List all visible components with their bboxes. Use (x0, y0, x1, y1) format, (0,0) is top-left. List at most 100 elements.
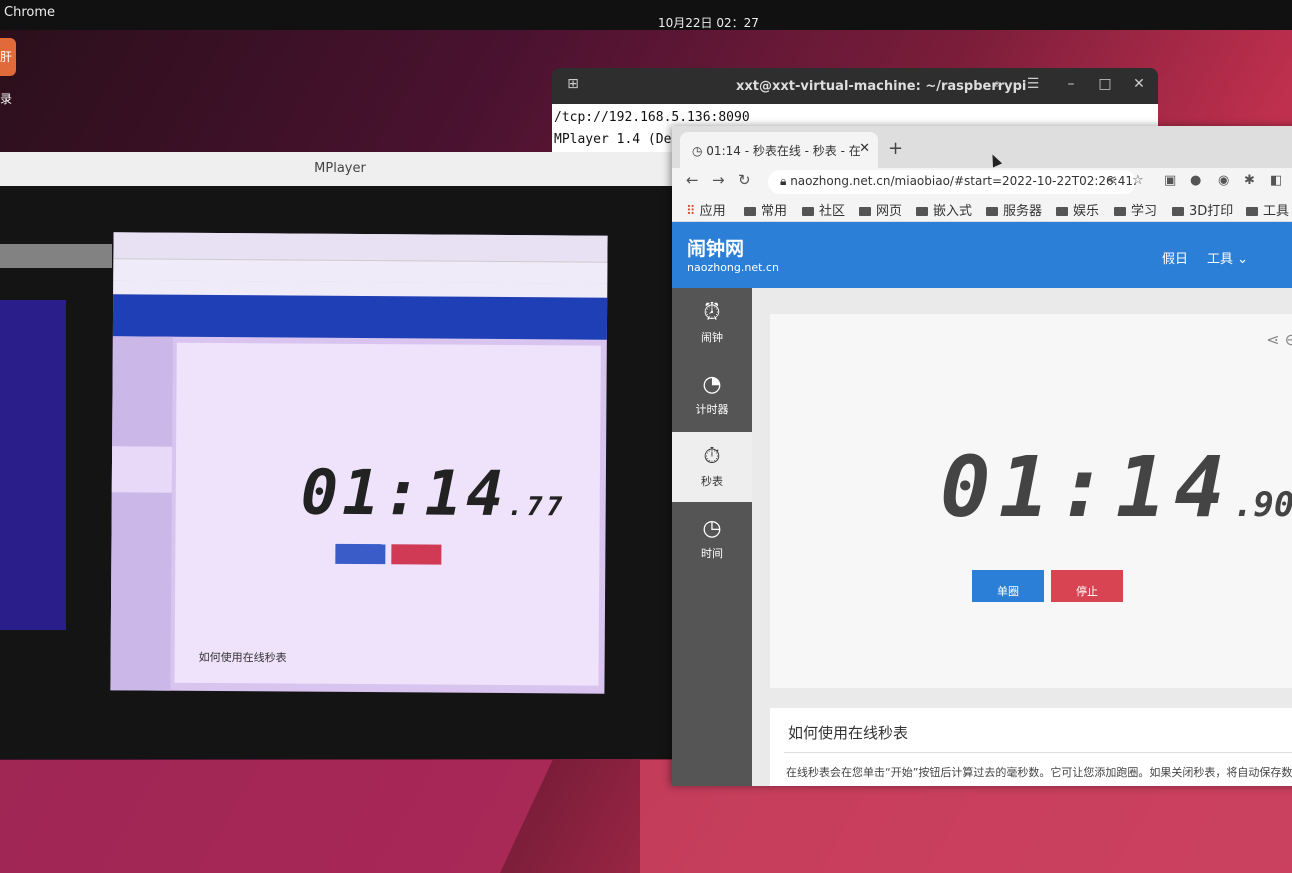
video-region (0, 300, 66, 630)
nav-holiday[interactable]: 假日 (1162, 248, 1188, 267)
sidebar: ⏰︎ 闹钟 ◔ 计时器 ⏱︎ 秒表 ◷ 时间 (672, 288, 752, 786)
new-tab-icon[interactable]: ⊞ (562, 76, 584, 96)
active-app-name[interactable]: Chrome (4, 5, 55, 20)
sidebar-item-label: 闹钟 (701, 331, 723, 344)
video-lap-button (335, 543, 386, 565)
bookmark-label: 嵌入式 (933, 204, 973, 219)
maximize-icon[interactable]: □ (1094, 76, 1116, 96)
reload-icon[interactable]: ↻ (738, 171, 751, 189)
folder-icon (744, 207, 756, 216)
menu-icon[interactable]: ☰ (1022, 76, 1044, 96)
bookmark-star-icon[interactable]: ☆ (1132, 173, 1144, 188)
bookmark-label: 3D打印 (1189, 204, 1234, 219)
bookmark-folder[interactable]: 娱乐 (1056, 200, 1099, 219)
share-icon[interactable]: ⋖ ⊖ (1266, 330, 1292, 349)
forward-icon[interactable]: → (712, 171, 725, 189)
address-bar[interactable]: 🔒︎ naozhong.net.cn/miaobiao/#start=2022-… (768, 170, 1136, 194)
tab-strip: ◷ 01:14 - 秒表在线 - 秒表 - 在 ✕ + (672, 126, 1292, 168)
bookmark-folder[interactable]: 学习 (1114, 200, 1157, 219)
video-stop-button (391, 544, 442, 565)
apps-grid-icon: ⠿ (686, 204, 700, 219)
sidebar-item-time[interactable]: ◷ 时间 (672, 504, 752, 574)
bookmark-folder[interactable]: 3D打印 (1172, 200, 1233, 219)
howto-text: 在线秒表会在您单击“开始”按钮后计算过去的毫秒数。它可让您添加跑圈。如果关闭秒表… (786, 766, 1292, 779)
dock-label: 录 (0, 92, 13, 106)
stopwatch-display: 01:14.90 (940, 438, 1292, 536)
divider (784, 752, 1292, 753)
side-panel-icon[interactable]: ◧ (1270, 173, 1282, 188)
puzzle-icon[interactable]: ✱ (1244, 173, 1255, 188)
folder-icon (859, 207, 871, 216)
mplayer-window[interactable]: MPlayer 01:14.77 如何使用在线秒表 (0, 152, 680, 759)
video-sidebar-active (111, 446, 173, 493)
stopwatch-time: 01:14 (940, 438, 1233, 536)
clock[interactable]: 10月22日 02：27 (658, 14, 759, 31)
extension-icon[interactable]: ◉ (1218, 173, 1229, 188)
nav-tools[interactable]: 工具 ⌄ (1207, 248, 1248, 267)
video-frame-browser: 01:14.77 如何使用在线秒表 (110, 232, 608, 694)
bookmark-folder[interactable]: 网页 (859, 200, 902, 219)
bookmarks-bar: ⠿ 应用 常用 社区 网页 嵌入式 服务器 娱乐 学习 3D打印 工具 (672, 196, 1292, 222)
video-sidebar (110, 336, 173, 691)
video-stopwatch-panel: 01:14.77 如何使用在线秒表 (174, 342, 601, 686)
bookmark-label: 娱乐 (1073, 204, 1100, 219)
top-bar: Chrome 10月22日 02：27 (0, 0, 1292, 30)
bookmark-label: 工具 (1263, 204, 1290, 219)
howto-section: 如何使用在线秒表 在线秒表会在您单击“开始”按钮后计算过去的毫秒数。它可让您添加… (770, 708, 1292, 786)
bookmark-apps[interactable]: ⠿ 应用 (686, 200, 726, 219)
terminal-titlebar: ⊞ xxt@xxt-virtual-machine: ~/raspberrypi… (552, 68, 1158, 104)
bookmark-folder[interactable]: 工具 (1246, 200, 1289, 219)
bookmark-label: 服务器 (1003, 204, 1043, 219)
chrome-window[interactable]: ◷ 01:14 - 秒表在线 - 秒表 - 在 ✕ + ← → ↻ 🔒︎ nao… (672, 126, 1292, 786)
bookmark-folder[interactable]: 社区 (802, 200, 845, 219)
desktop-wallpaper-shape (0, 760, 553, 873)
lap-button[interactable]: 单圈 (972, 570, 1044, 602)
sidebar-item-timer[interactable]: ◔ 计时器 (672, 360, 752, 430)
folder-icon (1114, 207, 1126, 216)
minimize-icon[interactable]: – (1060, 76, 1082, 96)
video-time-value: 01:14 (300, 455, 508, 531)
lock-icon: 🔒︎ (780, 174, 791, 188)
search-icon[interactable]: ⌕ (986, 76, 1008, 96)
close-icon[interactable]: ✕ (1128, 76, 1150, 96)
bookmark-label: 学习 (1131, 204, 1158, 219)
extension-icon[interactable]: ● (1190, 173, 1201, 188)
stopwatch-icon: ⏱︎ (703, 444, 721, 469)
bookmark-folder[interactable]: 服务器 (986, 200, 1042, 219)
tab-favicon-icon: ◷ (692, 144, 707, 158)
logo-en: naozhong.net.cn (687, 261, 779, 274)
bookmark-folder[interactable]: 嵌入式 (916, 200, 972, 219)
video-howto-title: 如何使用在线秒表 (198, 650, 287, 665)
tab-close-icon[interactable]: ✕ (859, 141, 870, 156)
stop-button[interactable]: 停止 (1051, 570, 1123, 602)
folder-icon (1246, 207, 1258, 216)
stopwatch-panel: ⋖ ⊖ 01:14.90 单圈 停止 (770, 314, 1292, 688)
sidebar-item-label: 时间 (701, 547, 723, 560)
back-icon[interactable]: ← (686, 171, 699, 189)
timer-icon: ◔ (702, 372, 722, 397)
dock-app-icon[interactable]: 肝 (0, 38, 16, 76)
stopwatch-ms: .90 (1232, 485, 1292, 525)
sidebar-item-stopwatch[interactable]: ⏱︎ 秒表 (672, 432, 752, 502)
bookmark-label: 网页 (876, 204, 903, 219)
share-icon[interactable]: ⋖ (1106, 173, 1117, 188)
alarm-clock-icon: ⏰︎ (703, 300, 721, 325)
video-stopwatch-time: 01:14.77 (301, 456, 567, 531)
sidebar-item-label: 秒表 (701, 475, 723, 488)
video-region (0, 244, 112, 268)
mplayer-title: MPlayer (0, 152, 680, 186)
clock-icon: ◷ (702, 516, 722, 541)
folder-icon (802, 207, 814, 216)
bookmark-label: 常用 (761, 204, 788, 219)
bookmark-folder[interactable]: 常用 (744, 200, 787, 219)
extension-icon[interactable]: ▣ (1164, 173, 1176, 188)
site-logo[interactable]: 闹钟网 naozhong.net.cn (687, 234, 779, 274)
nav-tools-label: 工具 (1207, 252, 1234, 267)
browser-tab[interactable]: ◷ 01:14 - 秒表在线 - 秒表 - 在 ✕ (680, 132, 878, 168)
sidebar-item-alarm[interactable]: ⏰︎ 闹钟 (672, 288, 752, 358)
bookmark-label: 社区 (819, 204, 846, 219)
browser-toolbar: ← → ↻ 🔒︎ naozhong.net.cn/miaobiao/#start… (672, 168, 1292, 196)
tab-title: 01:14 - 秒表在线 - 秒表 - 在 (706, 144, 861, 158)
howto-title: 如何使用在线秒表 (788, 724, 909, 742)
new-tab-button[interactable]: + (888, 138, 903, 159)
